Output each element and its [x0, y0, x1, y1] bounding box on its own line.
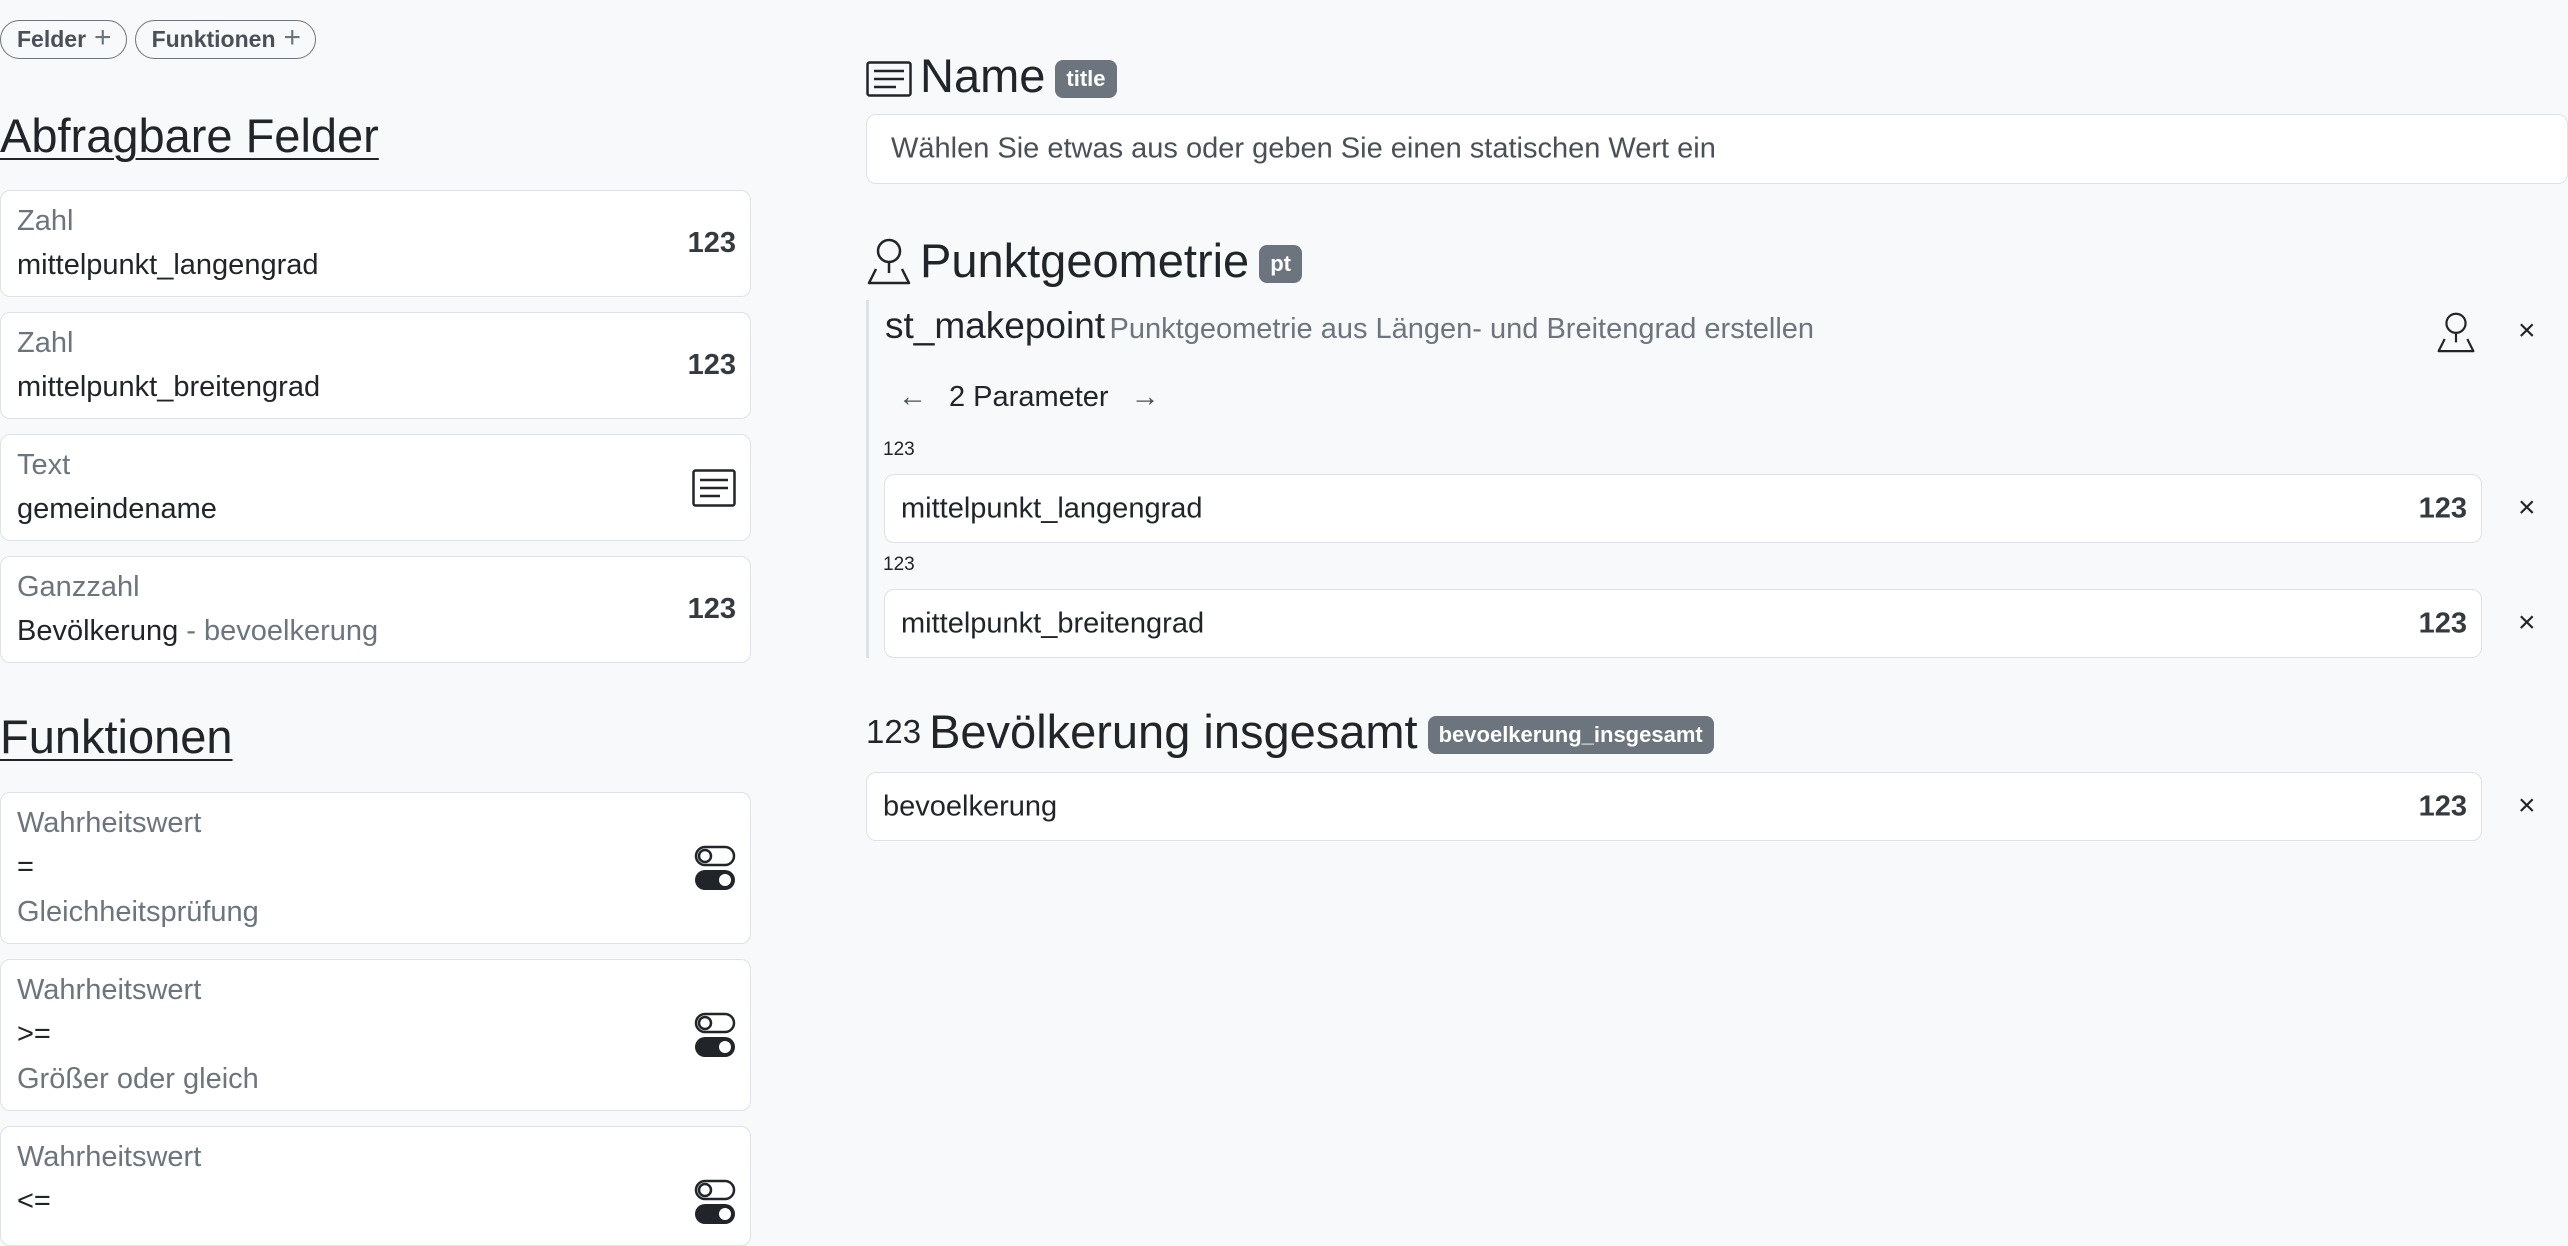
number-icon: 123: [2418, 492, 2467, 524]
function-type: Wahrheitswert: [17, 807, 202, 839]
function-group-border: [866, 300, 869, 658]
population-value-input[interactable]: bevoelkerung 123: [866, 772, 2482, 841]
parameter-navigation: ← 2 Parameter →: [898, 381, 1160, 414]
field-title: Name: [920, 49, 1046, 102]
field-name: mittelpunkt_langengrad: [17, 249, 319, 281]
function-symbol: <=: [17, 1185, 51, 1217]
toggle-icon: [694, 1179, 736, 1224]
function-card[interactable]: Wahrheitswert <=: [0, 1126, 751, 1246]
plus-icon: +: [94, 21, 112, 54]
function-name: Gleichheitsprüfung: [17, 896, 259, 928]
point-field-header: Punktgeometrie pt: [866, 233, 1302, 288]
parameter-type-label: 123: [883, 439, 915, 460]
text-lines-icon: [692, 469, 736, 507]
population-field-header: 123 Bevölkerung insgesamt bevoelkerung_i…: [866, 704, 1714, 759]
field-name: gemeindename: [17, 493, 217, 525]
parameter-count: 2 Parameter: [949, 381, 1109, 413]
field-title: Punktgeometrie: [920, 234, 1250, 287]
parameter-value: mittelpunkt_langengrad: [901, 492, 1203, 524]
parameter-value: mittelpunkt_breitengrad: [901, 607, 1205, 639]
field-name: Bevölkerung - bevoelkerung: [17, 615, 379, 647]
function-card[interactable]: Wahrheitswert = Gleichheitsprüfung: [0, 792, 751, 944]
field-type: Zahl: [17, 205, 74, 237]
input-placeholder: Wählen Sie etwas aus oder geben Sie eine…: [891, 132, 1716, 165]
add-function-pill[interactable]: Funktionen +: [134, 20, 317, 59]
function-symbol: =: [17, 851, 34, 883]
map-pin-icon: [867, 238, 911, 284]
number-icon: 123: [2418, 790, 2467, 822]
field-type: Zahl: [17, 327, 74, 359]
function-description: Punktgeometrie aus Längen- und Breitengr…: [1109, 313, 1815, 345]
function-type: Wahrheitswert: [17, 974, 202, 1006]
input-value: bevoelkerung: [883, 790, 1058, 822]
function-card[interactable]: Wahrheitswert >= Größer oder gleich: [0, 959, 751, 1111]
functions-section-title: Funktionen: [0, 710, 233, 763]
pill-label: Felder: [17, 26, 87, 52]
parameter-input[interactable]: mittelpunkt_breitengrad 123: [884, 589, 2482, 658]
number-icon: 123: [687, 349, 736, 381]
field-tag-badge: pt: [1259, 244, 1302, 283]
toggle-icon: [694, 1012, 736, 1057]
field-card[interactable]: Zahl mittelpunkt_langengrad 123: [0, 190, 751, 297]
map-pin-icon[interactable]: [2436, 310, 2476, 354]
function-name: st_makepoint: [885, 305, 1106, 346]
text-lines-icon: [866, 60, 912, 97]
add-field-pill[interactable]: Felder +: [0, 20, 127, 59]
field-tag-badge: bevoelkerung_insgesamt: [1427, 715, 1714, 754]
field-card[interactable]: Zahl mittelpunkt_breitengrad 123: [0, 312, 751, 419]
fields-section-title: Abfragbare Felder: [0, 109, 379, 162]
field-tag-badge: title: [1055, 59, 1117, 98]
field-card[interactable]: Ganzzahl Bevölkerung - bevoelkerung 123: [0, 556, 751, 663]
function-type: Wahrheitswert: [17, 1141, 202, 1173]
function-name: Größer oder gleich: [17, 1063, 259, 1095]
arrow-left-icon[interactable]: ←: [898, 381, 927, 414]
parameter-input[interactable]: mittelpunkt_langengrad 123: [884, 474, 2482, 543]
function-heading: st_makepoint Punktgeometrie aus Längen- …: [885, 305, 1814, 347]
parameter-type-label: 123: [883, 554, 915, 575]
arrow-right-icon[interactable]: →: [1131, 381, 1160, 414]
remove-value-button[interactable]: ×: [2518, 791, 2536, 821]
remove-parameter-button[interactable]: ×: [2518, 608, 2536, 638]
remove-function-button[interactable]: ×: [2518, 316, 2536, 346]
field-type: Ganzzahl: [17, 571, 140, 603]
remove-parameter-button[interactable]: ×: [2518, 493, 2536, 523]
field-name: mittelpunkt_breitengrad: [17, 371, 321, 403]
number-icon: 123: [866, 712, 922, 750]
field-title: Bevölkerung insgesamt: [929, 705, 1418, 758]
top-pill-bar: Felder + Funktionen +: [0, 20, 317, 59]
toggle-icon: [694, 845, 736, 890]
number-icon: 123: [2418, 607, 2467, 639]
field-type: Text: [17, 449, 71, 481]
pill-label: Funktionen: [151, 26, 276, 52]
name-field-header: Name title: [866, 48, 1117, 103]
number-icon: 123: [687, 227, 736, 259]
plus-icon: +: [283, 21, 302, 54]
number-icon: 123: [687, 593, 736, 625]
name-value-input[interactable]: Wählen Sie etwas aus oder geben Sie eine…: [866, 114, 2568, 184]
field-card[interactable]: Text gemeindename: [0, 434, 751, 541]
function-symbol: >=: [17, 1018, 51, 1050]
